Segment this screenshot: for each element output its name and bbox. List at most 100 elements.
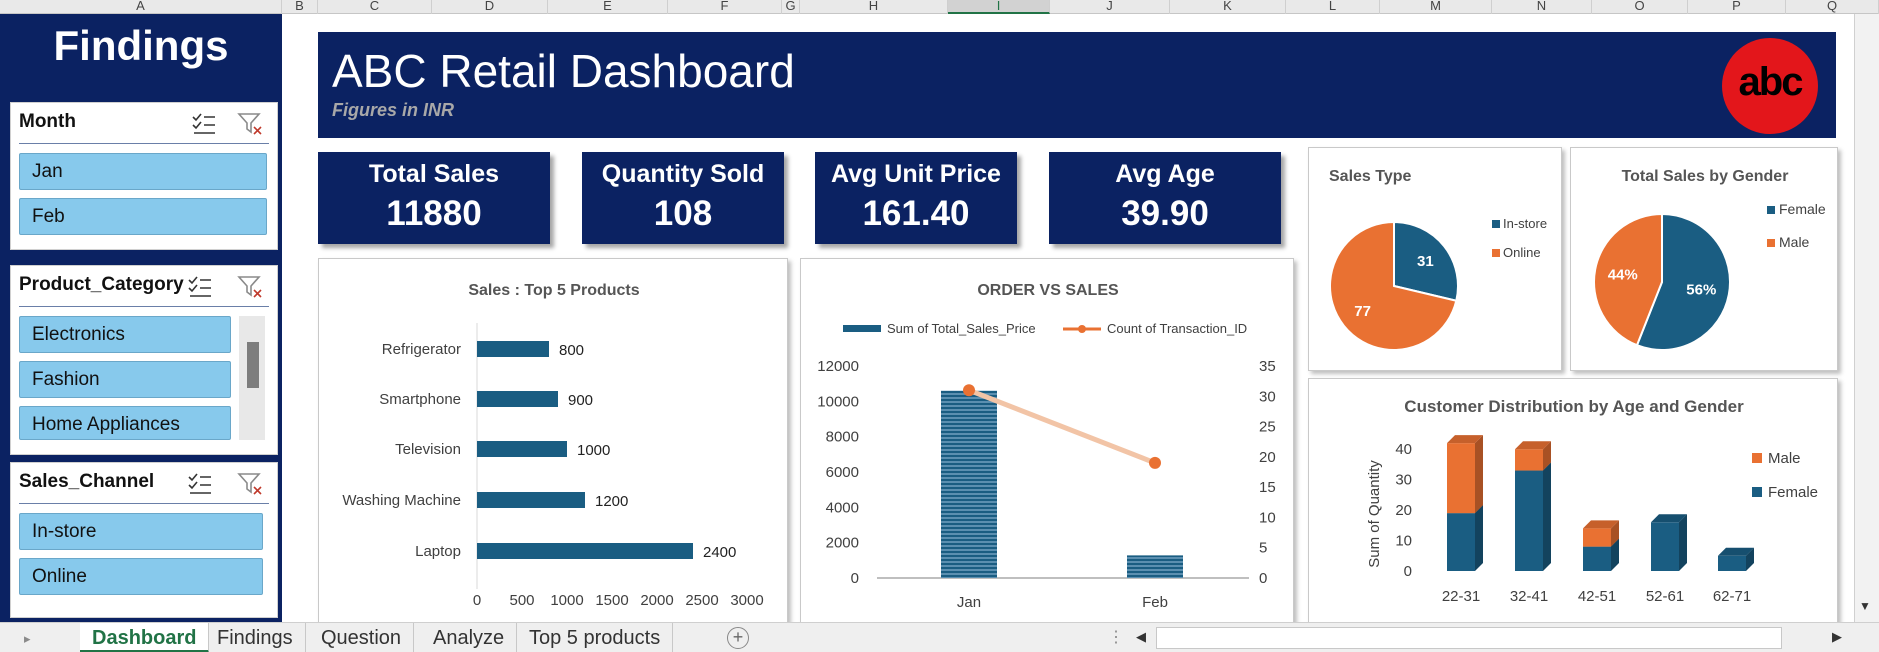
- slicer-item-feb[interactable]: Feb: [19, 198, 267, 235]
- slicer-item-in-store[interactable]: In-store: [19, 513, 263, 550]
- slicer-item-online[interactable]: Online: [19, 558, 263, 595]
- column-header-c[interactable]: C: [318, 0, 432, 14]
- chart-sales-by-gender[interactable]: Total Sales by Gender 56% 44% Female Male: [1570, 147, 1838, 371]
- multi-select-icon[interactable]: [191, 111, 217, 137]
- chart-top5-products[interactable]: Sales : Top 5 Products Refrigerator 800 Sma…: [318, 258, 788, 624]
- scroll-down-icon[interactable]: ▼: [1859, 599, 1871, 613]
- column-header-f[interactable]: F: [668, 0, 782, 14]
- chart-sales-type[interactable]: Sales Type 31 77 In-store Online: [1308, 147, 1562, 371]
- y-tick-label: 2000: [826, 535, 859, 552]
- multi-select-icon[interactable]: [187, 471, 213, 497]
- legend-swatch: [1752, 487, 1762, 497]
- bar-sales-feb: [1127, 555, 1183, 578]
- sheet-tab-top-5-products[interactable]: Top 5 products: [517, 623, 674, 652]
- horizontal-scrollbar[interactable]: [1156, 627, 1782, 649]
- column-header-h[interactable]: H: [800, 0, 948, 14]
- bar-laptop: [477, 543, 693, 559]
- clear-filter-icon[interactable]: [237, 471, 263, 497]
- sheet-nav-prev-icon[interactable]: ▸: [24, 631, 31, 647]
- x-tick-label: 1000: [550, 592, 583, 609]
- bar-female-32-41: [1515, 470, 1543, 571]
- column-header-l[interactable]: L: [1286, 0, 1380, 14]
- y-tick-label: 0: [851, 570, 859, 587]
- scroll-left-icon[interactable]: ◀: [1136, 629, 1146, 645]
- slicer-item-fashion[interactable]: Fashion: [19, 361, 231, 398]
- x-tick-label: Jan: [957, 594, 981, 611]
- slicer-item-home-appliances[interactable]: Home Appliances: [19, 406, 231, 440]
- x-tick-label: 2500: [685, 592, 718, 609]
- legend-swatch: [1767, 239, 1775, 247]
- slice-data-label: 31: [1417, 253, 1434, 270]
- line-point-jan: [963, 384, 975, 397]
- column-header-o[interactable]: O: [1592, 0, 1688, 14]
- column-header-e[interactable]: E: [548, 0, 668, 14]
- age-gender-svg: Customer Distribution by Age and Gender S…: [1366, 397, 1818, 605]
- slicer-item-electronics[interactable]: Electronics: [19, 316, 231, 353]
- logo-text: abc: [1738, 60, 1804, 104]
- clear-filter-icon[interactable]: [237, 274, 263, 300]
- column-header-q[interactable]: Q: [1786, 0, 1879, 14]
- data-label: 900: [568, 392, 593, 409]
- bar-side: [1679, 514, 1687, 571]
- column-header-g[interactable]: G: [782, 0, 800, 14]
- add-sheet-icon[interactable]: +: [727, 627, 749, 649]
- y2-tick-label: 25: [1259, 419, 1276, 436]
- multi-select-icon[interactable]: [187, 274, 213, 300]
- data-label: 1000: [577, 442, 610, 459]
- legend-label: Female: [1768, 484, 1818, 501]
- slicer-scroll-thumb[interactable]: [247, 342, 259, 388]
- column-header-i[interactable]: I: [948, 0, 1050, 14]
- slice-data-label: 77: [1354, 303, 1371, 320]
- column-header-b[interactable]: B: [282, 0, 318, 14]
- chart-order-vs-sales[interactable]: ORDER VS SALES Sum of Total_Sales_Price Co…: [800, 258, 1294, 624]
- y-axis-title: Sum of Quantity: [1366, 460, 1383, 568]
- sales-type-svg: Sales Type 31 77 In-store Online: [1329, 168, 1547, 351]
- x-tick-label: 0: [473, 592, 481, 609]
- column-header-j[interactable]: J: [1050, 0, 1170, 14]
- category-label: Laptop: [415, 543, 461, 560]
- y-tick-label: 20: [1395, 502, 1412, 519]
- kpi-total-sales: Total Sales 11880: [318, 152, 550, 244]
- data-label: 1200: [595, 493, 628, 510]
- bar-female-52-61: [1651, 522, 1679, 571]
- slicer-item-jan[interactable]: Jan: [19, 153, 267, 190]
- data-label: 800: [559, 342, 584, 359]
- category-label: Refrigerator: [382, 341, 461, 358]
- y2-tick-label: 5: [1259, 540, 1267, 557]
- kpi-label: Avg Age: [1115, 160, 1215, 188]
- y-tick-label: 10000: [817, 393, 859, 410]
- slicer-header: Sales_Channel: [19, 471, 155, 492]
- column-header-n[interactable]: N: [1492, 0, 1592, 14]
- kpi-label: Total Sales: [368, 160, 500, 188]
- y-tick-label: 6000: [826, 464, 859, 481]
- dashboard-subtitle: Figures in INR: [332, 100, 455, 120]
- x-tick-label: 1500: [595, 592, 628, 609]
- data-label: 2400: [703, 544, 736, 561]
- y-tick-label: 30: [1395, 472, 1412, 489]
- sheet-tab-bar: ▸ Dashboard Findings Question Analyze Top 5 …: [0, 622, 1879, 652]
- sheet-tab-analyze[interactable]: Analyze: [421, 623, 518, 652]
- y2-tick-label: 15: [1259, 479, 1276, 496]
- column-header-p[interactable]: P: [1688, 0, 1786, 14]
- chart-age-gender[interactable]: Customer Distribution by Age and Gender S…: [1308, 378, 1838, 624]
- sheet-tab-dashboard[interactable]: Dashboard: [80, 623, 210, 652]
- column-header-a[interactable]: A: [0, 0, 282, 14]
- slicer-sales-channel: Sales_Channel In-store Online: [10, 462, 278, 618]
- sheet-tab-question[interactable]: Question: [309, 623, 415, 652]
- legend-label: Male: [1768, 450, 1801, 467]
- legend-label: Online: [1503, 245, 1541, 260]
- vertical-scrollbar[interactable]: ▼: [1854, 14, 1879, 622]
- column-header-m[interactable]: M: [1380, 0, 1492, 14]
- bar-male-32-41: [1515, 449, 1543, 471]
- column-header-d[interactable]: D: [432, 0, 548, 14]
- scroll-right-icon[interactable]: ▶: [1832, 629, 1842, 645]
- sheet-tab-findings[interactable]: Findings: [205, 623, 306, 652]
- x-tick-label: 3000: [730, 592, 763, 609]
- tab-split-handle-icon[interactable]: ⋮: [1108, 627, 1124, 647]
- slicer-scrollbar[interactable]: [239, 316, 265, 440]
- bar-male-22-31: [1447, 443, 1475, 514]
- clear-filter-icon[interactable]: [237, 111, 263, 137]
- column-header-k[interactable]: K: [1170, 0, 1286, 14]
- sales-by-gender-svg: Total Sales by Gender 56% 44% Female Male: [1593, 168, 1826, 351]
- bar-female-22-31: [1447, 513, 1475, 571]
